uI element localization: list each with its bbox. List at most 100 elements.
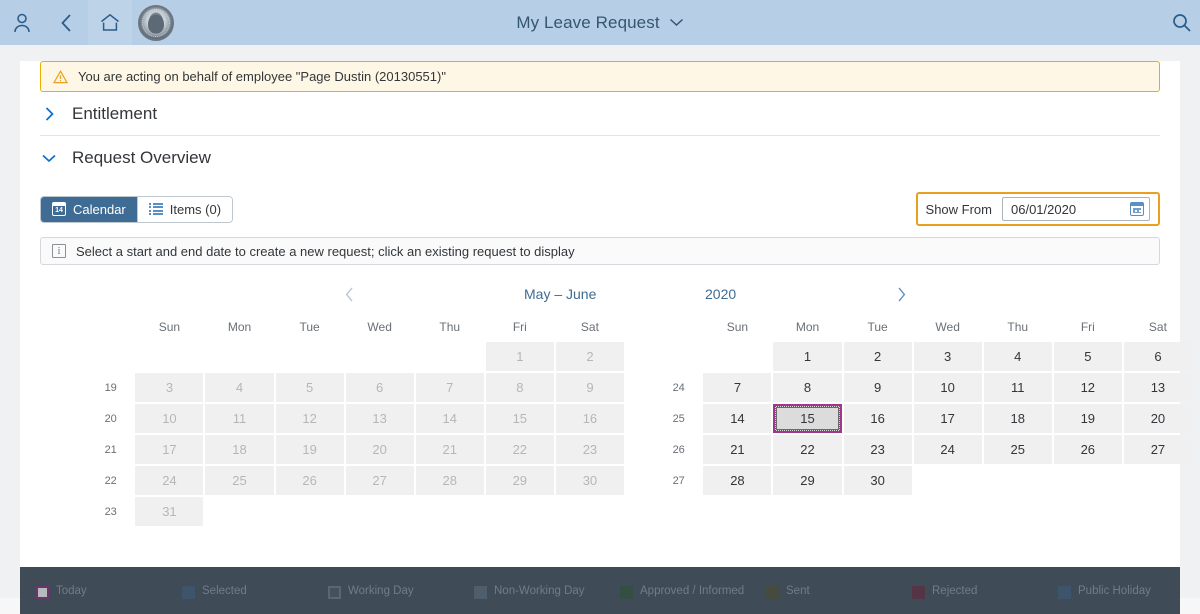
calendar-day-empty	[346, 497, 414, 526]
calendar-day-june-5[interactable]: 5	[1054, 342, 1122, 371]
legend-item-rejected: Rejected	[912, 582, 1058, 599]
calendar-day-june-19[interactable]: 19	[1054, 404, 1122, 433]
show-from-value: 06/01/2020	[1011, 202, 1076, 217]
calendar-month-may: SunMonTueWedThuFriSat1219345678920101112…	[86, 312, 626, 528]
calendar-day-june-12[interactable]: 12	[1054, 373, 1122, 402]
calendar-day-june-13[interactable]: 13	[1124, 373, 1192, 402]
tab-items-label: Items (0)	[170, 202, 221, 217]
week-number: 22	[88, 466, 133, 495]
calendar-day-empty	[1054, 466, 1122, 495]
calendar-day-june-24[interactable]: 24	[914, 435, 982, 464]
prev-month-button[interactable]	[336, 281, 362, 307]
calendar-grid-june: SunMonTueWedThuFriSat1234562478910111213…	[654, 312, 1194, 497]
calendar-day-may-7: 7	[416, 373, 484, 402]
chevron-down-icon[interactable]	[42, 154, 56, 163]
calendar-day-selected[interactable]: 15	[773, 404, 841, 433]
calendar-legend-footer: TodaySelectedWorking DayNon-Working DayA…	[20, 567, 1180, 614]
calendar-day-may-12: 12	[276, 404, 344, 433]
week-number	[88, 342, 133, 371]
tab-calendar[interactable]: 14 Calendar	[41, 197, 138, 222]
calendar-picker-icon[interactable]	[1130, 202, 1144, 216]
legend-label: Sent	[786, 585, 810, 598]
chevron-down-icon[interactable]	[669, 18, 684, 27]
calendar-day-june-18[interactable]: 18	[984, 404, 1052, 433]
calendar-day-june-16[interactable]: 16	[844, 404, 912, 433]
calendar-day-june-9[interactable]: 9	[844, 373, 912, 402]
calendar-week-row: 27282930	[656, 466, 1192, 495]
calendar-day-may-13: 13	[346, 404, 414, 433]
show-from-date-input[interactable]: 06/01/2020	[1002, 197, 1150, 221]
section-request-overview[interactable]: Request Overview	[40, 136, 1160, 180]
calendar-day-june-6[interactable]: 6	[1124, 342, 1192, 371]
calendar-day-may-4: 4	[205, 373, 273, 402]
week-number: 21	[88, 435, 133, 464]
calendar-day-june-10[interactable]: 10	[914, 373, 982, 402]
weekday-header-sun: Sun	[135, 314, 203, 340]
calendar-day-may-6: 6	[346, 373, 414, 402]
legend-label: Public Holiday	[1078, 585, 1151, 598]
calendar-day-june-28[interactable]: 28	[703, 466, 771, 495]
week-number: 24	[656, 373, 701, 402]
calendar-day-june-11[interactable]: 11	[984, 373, 1052, 402]
calendar-day-june-30[interactable]: 30	[844, 466, 912, 495]
calendar-day-june-29[interactable]: 29	[773, 466, 841, 495]
home-icon[interactable]	[88, 0, 132, 45]
calendar-day-june-8[interactable]: 8	[773, 373, 841, 402]
calendar-day-may-18: 18	[205, 435, 273, 464]
tab-items[interactable]: Items (0)	[138, 197, 232, 222]
calendar-day-may-22: 22	[486, 435, 554, 464]
calendar-day-may-11: 11	[205, 404, 273, 433]
calendar-day-june-26[interactable]: 26	[1054, 435, 1122, 464]
weekday-header-row: SunMonTueWedThuFriSat	[656, 314, 1192, 340]
week-number: 26	[656, 435, 701, 464]
calendar-year[interactable]: 2020	[705, 286, 736, 302]
selection-focus-outline	[775, 406, 839, 431]
section-entitlement[interactable]: Entitlement	[40, 92, 1160, 136]
back-chevron-icon[interactable]	[44, 0, 88, 45]
calendar-day-june-22[interactable]: 22	[773, 435, 841, 464]
calendar-day-june-23[interactable]: 23	[844, 435, 912, 464]
calendar-day-empty	[984, 466, 1052, 495]
section-request-overview-title: Request Overview	[72, 148, 211, 168]
calendar-day-empty	[486, 497, 554, 526]
calendar-day-june-3[interactable]: 3	[914, 342, 982, 371]
calendar-day-june-17[interactable]: 17	[914, 404, 982, 433]
calendar-icon: 14	[52, 202, 66, 216]
calendar-day-empty	[416, 497, 484, 526]
next-month-button[interactable]	[888, 281, 914, 307]
calendar-day-may-2: 2	[556, 342, 624, 371]
calendar-day-june-27[interactable]: 27	[1124, 435, 1192, 464]
weekday-header-sat: Sat	[1124, 314, 1192, 340]
chevron-right-icon[interactable]	[42, 107, 56, 121]
show-from-group: Show From 06/01/2020	[916, 192, 1160, 226]
calendar-day-may-9: 9	[556, 373, 624, 402]
calendar-day-june-4[interactable]: 4	[984, 342, 1052, 371]
calendar-day-june-14[interactable]: 14	[703, 404, 771, 433]
shell-header: My Leave Request	[0, 0, 1200, 45]
calendar-week-row: 2331	[88, 497, 624, 526]
calendar-day-may-19: 19	[276, 435, 344, 464]
view-segmented-control[interactable]: 14 Calendar Items (0)	[40, 196, 233, 223]
search-icon[interactable]	[1164, 0, 1198, 45]
user-icon[interactable]	[0, 0, 44, 45]
calendar-widget: May – June 2020 SunMonTueWedThuFriSat121…	[20, 276, 1180, 528]
legend-item-approved-informed: Approved / Informed	[620, 582, 766, 599]
calendar-day-may-27: 27	[346, 466, 414, 495]
calendar-day-june-21[interactable]: 21	[703, 435, 771, 464]
company-seal-logo[interactable]	[138, 5, 174, 41]
calendar-day-may-30: 30	[556, 466, 624, 495]
legend-label: Non-Working Day	[494, 585, 585, 598]
calendar-day-june-1[interactable]: 1	[773, 342, 841, 371]
calendar-week-row: 193456789	[88, 373, 624, 402]
calendar-day-may-25: 25	[205, 466, 273, 495]
calendar-day-june-7[interactable]: 7	[703, 373, 771, 402]
page-content: You are acting on behalf of employee "Pa…	[20, 61, 1180, 614]
calendar-day-june-25[interactable]: 25	[984, 435, 1052, 464]
calendar-day-june-20[interactable]: 20	[1124, 404, 1192, 433]
legend-item-public-holiday: Public Holiday	[1058, 582, 1180, 599]
shell-header-right-group	[1164, 0, 1200, 45]
legend-item-working-day: Working Day	[328, 582, 474, 599]
calendar-day-may-15: 15	[486, 404, 554, 433]
calendar-month-range[interactable]: May – June	[524, 286, 596, 302]
calendar-day-june-2[interactable]: 2	[844, 342, 912, 371]
